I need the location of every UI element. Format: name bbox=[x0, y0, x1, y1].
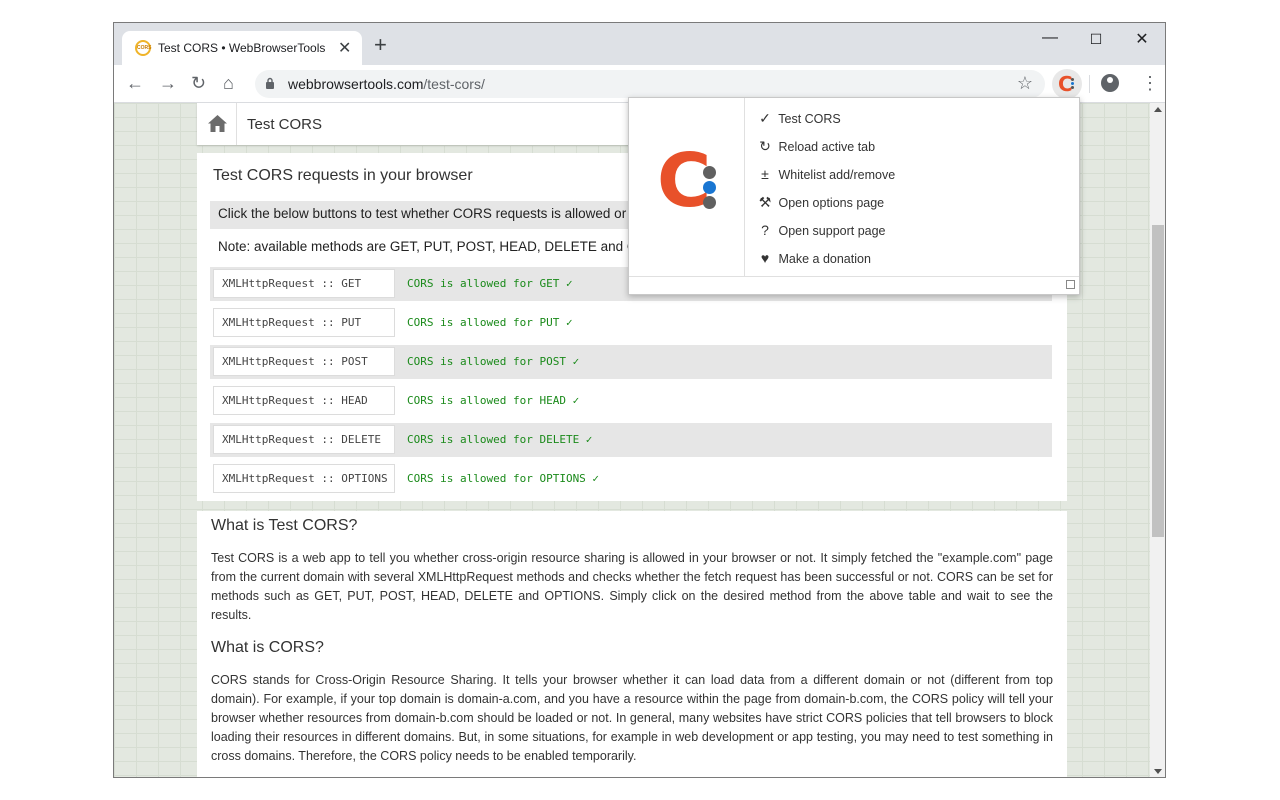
options-request-button[interactable]: XMLHttpRequest :: OPTIONS bbox=[213, 464, 395, 493]
head-result: CORS is allowed for HEAD ✓ bbox=[407, 394, 579, 407]
check-icon: ✓ bbox=[755, 110, 775, 127]
menu-label: Reload active tab bbox=[778, 140, 875, 154]
extension-logo: C bbox=[629, 98, 745, 276]
heart-icon: ♥ bbox=[755, 250, 775, 266]
browser-menu-icon[interactable]: ⋮ bbox=[1141, 73, 1159, 93]
back-icon[interactable]: ← bbox=[126, 73, 144, 93]
delete-request-button[interactable]: XMLHttpRequest :: DELETE bbox=[213, 425, 395, 454]
breadcrumb-current: Test CORS bbox=[247, 116, 322, 133]
extension-popup: C ✓ Test CORS ↻ Reload active tab ± Whit… bbox=[628, 97, 1080, 295]
methods-note: Note: available methods are GET, PUT, PO… bbox=[218, 239, 688, 254]
reload-icon[interactable]: ↻ bbox=[191, 73, 206, 93]
browser-tab[interactable]: CORS Test CORS • WebBrowserTools ✕ bbox=[122, 31, 362, 65]
new-tab-icon[interactable]: + bbox=[374, 35, 387, 55]
tab-close-icon[interactable]: ✕ bbox=[338, 38, 351, 58]
menu-whitelist[interactable]: ± Whitelist add/remove bbox=[755, 166, 895, 188]
home-icon[interactable]: ⌂ bbox=[223, 73, 234, 93]
method-row: XMLHttpRequest :: OPTIONS CORS is allowe… bbox=[210, 462, 1052, 496]
menu-reload-tab[interactable]: ↻ Reload active tab bbox=[755, 138, 875, 160]
tools-icon: ⚒ bbox=[755, 194, 775, 211]
scroll-thumb[interactable] bbox=[1152, 225, 1164, 537]
logo-dot-icon bbox=[703, 166, 716, 179]
options-result: CORS is allowed for OPTIONS ✓ bbox=[407, 472, 599, 485]
delete-result: CORS is allowed for DELETE ✓ bbox=[407, 433, 592, 446]
what-is-test-cors-heading: What is Test CORS? bbox=[211, 517, 357, 535]
menu-donation[interactable]: ♥ Make a donation bbox=[755, 250, 871, 272]
put-request-button[interactable]: XMLHttpRequest :: PUT bbox=[213, 308, 395, 337]
menu-label: Make a donation bbox=[778, 252, 870, 266]
menu-label: Open support page bbox=[778, 224, 885, 238]
what-is-cors-heading: What is CORS? bbox=[211, 639, 324, 657]
bookmark-star-icon[interactable]: ☆ bbox=[1017, 73, 1033, 94]
minimize-icon[interactable]: — bbox=[1027, 29, 1073, 47]
tab-strip: CORS Test CORS • WebBrowserTools ✕ + — ☐… bbox=[114, 23, 1165, 65]
what-is-test-cors-text: Test CORS is a web app to tell you wheth… bbox=[211, 549, 1053, 625]
profile-avatar-icon[interactable] bbox=[1101, 74, 1119, 92]
head-request-button[interactable]: XMLHttpRequest :: HEAD bbox=[213, 386, 395, 415]
forward-icon[interactable]: → bbox=[159, 73, 177, 93]
plus-minus-icon: ± bbox=[755, 166, 775, 182]
cors-favicon-icon: CORS bbox=[135, 40, 151, 56]
logo-dot-icon bbox=[703, 196, 716, 209]
scroll-up-icon[interactable] bbox=[1154, 107, 1162, 112]
what-is-cors-text: CORS stands for Cross-Origin Resource Sh… bbox=[211, 671, 1053, 766]
method-row: XMLHttpRequest :: PUT CORS is allowed fo… bbox=[210, 306, 1052, 340]
menu-support[interactable]: ? Open support page bbox=[755, 222, 886, 244]
post-result: CORS is allowed for POST ✓ bbox=[407, 355, 579, 368]
popup-footer bbox=[629, 276, 1079, 294]
menu-label: Test CORS bbox=[778, 112, 841, 126]
menu-label: Whitelist add/remove bbox=[778, 168, 895, 182]
logo-c-icon: C bbox=[657, 141, 711, 221]
cors-extension-button[interactable]: C bbox=[1052, 69, 1082, 99]
reload-icon: ↻ bbox=[755, 138, 775, 155]
menu-label: Open options page bbox=[778, 196, 884, 210]
scroll-down-icon[interactable] bbox=[1154, 769, 1162, 774]
home-link[interactable] bbox=[197, 103, 237, 145]
info-panel: What is Test CORS? Test CORS is a web ap… bbox=[197, 511, 1067, 778]
logo-dot-icon bbox=[703, 181, 716, 194]
method-row: XMLHttpRequest :: HEAD CORS is allowed f… bbox=[210, 384, 1052, 418]
maximize-icon[interactable]: ☐ bbox=[1073, 31, 1119, 48]
url-path: /test-cors/ bbox=[423, 76, 484, 92]
menu-options[interactable]: ⚒ Open options page bbox=[755, 194, 884, 216]
extension-dots-icon bbox=[1071, 78, 1075, 90]
url-domain: webbrowsertools.com bbox=[288, 76, 423, 92]
page-title: Test CORS requests in your browser bbox=[213, 167, 473, 185]
put-result: CORS is allowed for PUT ✓ bbox=[407, 316, 573, 329]
question-icon: ? bbox=[755, 222, 775, 238]
resize-icon[interactable] bbox=[1066, 280, 1075, 289]
address-bar[interactable]: webbrowsertools.com/test-cors/ ☆ bbox=[255, 70, 1045, 98]
get-request-button[interactable]: XMLHttpRequest :: GET bbox=[213, 269, 395, 298]
menu-test-cors[interactable]: ✓ Test CORS bbox=[755, 110, 841, 132]
method-row: XMLHttpRequest :: POST CORS is allowed f… bbox=[210, 345, 1052, 379]
house-icon bbox=[208, 115, 227, 132]
lock-icon bbox=[265, 77, 275, 89]
url-text: webbrowsertools.com/test-cors/ bbox=[288, 76, 485, 92]
get-result: CORS is allowed for GET ✓ bbox=[407, 277, 573, 290]
post-request-button[interactable]: XMLHttpRequest :: POST bbox=[213, 347, 395, 376]
toolbar-divider bbox=[1089, 75, 1090, 93]
tab-title: Test CORS • WebBrowserTools bbox=[158, 41, 325, 55]
method-row: XMLHttpRequest :: DELETE CORS is allowed… bbox=[210, 423, 1052, 457]
page-scrollbar[interactable] bbox=[1150, 103, 1166, 778]
window-close-icon[interactable]: ✕ bbox=[1119, 29, 1165, 49]
